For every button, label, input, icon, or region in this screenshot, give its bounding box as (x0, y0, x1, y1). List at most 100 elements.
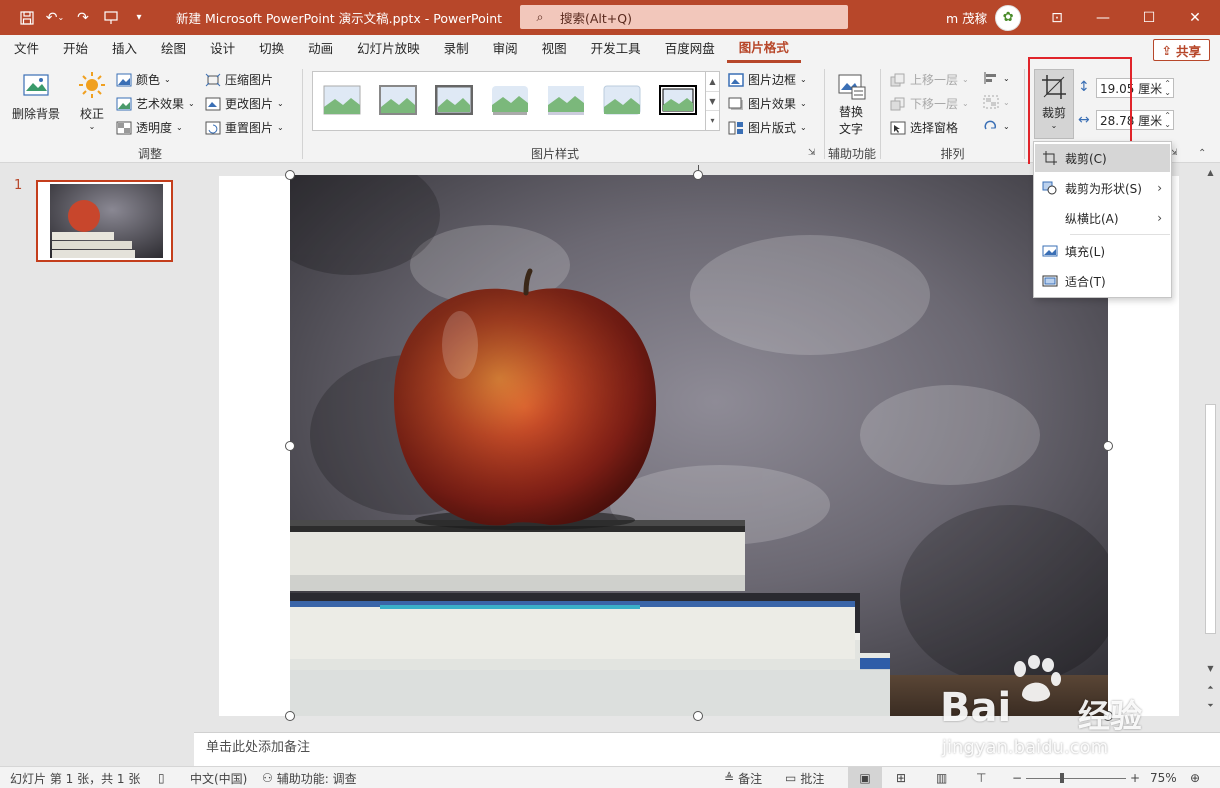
sun-icon (79, 72, 105, 98)
zoom-slider[interactable] (1026, 767, 1126, 788)
send-backward-button[interactable]: 下移一层 ⌄ (890, 95, 969, 112)
menu-item-fit[interactable]: 适合(T) (1035, 267, 1170, 295)
menu-item-crop[interactable]: 裁剪(C) (1035, 144, 1170, 172)
ribbon-display-icon[interactable]: ⊡ (1034, 0, 1080, 35)
collapse-ribbon-icon[interactable]: ⌃ (1198, 148, 1206, 159)
artistic-effects-button[interactable]: 艺术效果 ⌄ (116, 95, 195, 112)
tab-7[interactable]: 幻灯片放映 (345, 35, 432, 63)
style-thumb-4[interactable] (491, 85, 529, 115)
reading-view-icon[interactable]: ▥ (936, 767, 947, 788)
zoom-in-icon[interactable]: + (1130, 767, 1140, 788)
undo-icon[interactable]: ↶ ⌄ (42, 5, 68, 31)
scroll-down-icon[interactable]: ▼ (1201, 660, 1220, 676)
search-box[interactable]: ⌕ 搜索(Alt+Q) (520, 5, 848, 29)
style-thumb-1[interactable] (323, 85, 361, 115)
spinner-icon[interactable]: ⌃ ⌄ (1164, 79, 1171, 97)
align-icon[interactable]: ⌄ (983, 71, 1010, 85)
selection-pane-button[interactable]: 选择窗格 (890, 119, 958, 136)
selected-picture[interactable] (290, 175, 1108, 716)
gallery-up-icon[interactable]: ▲ (706, 72, 719, 92)
tab-13[interactable]: 图片格式 (726, 35, 801, 63)
tab-12[interactable]: 百度网盘 (653, 35, 727, 63)
tab-8[interactable]: 录制 (432, 35, 481, 63)
resize-handle-bottom-left[interactable] (285, 711, 295, 721)
corrections-button[interactable]: 校正 ⌄ (72, 71, 112, 131)
reset-picture-button[interactable]: 重置图片 ⌄ (205, 119, 284, 136)
group-objects-icon[interactable]: ⌄ (983, 95, 1010, 109)
tab-9[interactable]: 审阅 (481, 35, 530, 63)
style-thumb-7[interactable] (659, 85, 697, 115)
resize-handle-top-left[interactable] (285, 170, 295, 180)
style-thumb-6[interactable] (603, 85, 641, 115)
tab-3[interactable]: 绘图 (149, 35, 198, 63)
alt-text-button[interactable]: 替换 文字 (832, 73, 870, 137)
style-thumb-5[interactable] (547, 85, 585, 115)
style-thumb-3[interactable] (435, 85, 473, 115)
scroll-up-icon[interactable]: ▲ (1201, 164, 1220, 180)
share-button[interactable]: ⇪ 共享 (1152, 39, 1210, 61)
menu-item-fill[interactable]: 填充(L) (1035, 237, 1170, 265)
tab-6[interactable]: 动画 (296, 35, 345, 63)
picture-styles-gallery[interactable]: ▲ ▼ ▾ (312, 71, 720, 131)
group-label-picture-styles: 图片样式 (530, 147, 579, 161)
compress-pictures-button[interactable]: 压缩图片 (205, 71, 273, 88)
tab-0[interactable]: 文件 (0, 35, 51, 63)
user-name: m 茂稼 (946, 11, 988, 26)
minimize-icon[interactable]: — (1080, 0, 1126, 35)
close-icon[interactable]: ✕ (1172, 0, 1218, 35)
gallery-scrollbar[interactable]: ▲ ▼ ▾ (705, 72, 719, 130)
resize-handle-right[interactable] (1103, 441, 1113, 451)
scrollbar-thumb[interactable] (1205, 404, 1216, 634)
resize-handle-bottom[interactable] (693, 711, 703, 721)
rotate-icon[interactable]: ⌄ (983, 119, 1010, 133)
selection-pane-icon (890, 120, 906, 136)
slide-thumbnail-1[interactable] (36, 180, 173, 262)
tab-4[interactable]: 设计 (198, 35, 247, 63)
picture-layout-button[interactable]: 图片版式 ⌄ (728, 119, 807, 136)
normal-view-icon[interactable]: ▣ (848, 767, 882, 788)
zoom-level[interactable]: 75% (1150, 767, 1177, 788)
picture-border-button[interactable]: 图片边框 ⌄ (728, 71, 807, 88)
color-button[interactable]: 颜色 ⌄ (116, 71, 171, 88)
next-slide-icon[interactable]: ⏷ (1201, 698, 1220, 714)
tab-11[interactable]: 开发工具 (579, 35, 653, 63)
spinner-icon[interactable]: ⌃ ⌄ (1164, 111, 1171, 129)
save-icon[interactable] (14, 5, 40, 31)
notes-toggle[interactable]: ≜ 备注 (724, 767, 762, 788)
picture-effects-button[interactable]: 图片效果 ⌄ (728, 95, 807, 112)
transparency-button[interactable]: 透明度 ⌄ (116, 119, 183, 136)
style-thumb-2[interactable] (379, 85, 417, 115)
resize-handle-left[interactable] (285, 441, 295, 451)
redo-icon[interactable]: ↷ (70, 5, 96, 31)
menu-item-aspect-ratio[interactable]: 纵横比(A) › (1035, 204, 1170, 232)
comments-toggle[interactable]: ▭ 批注 (785, 767, 824, 788)
avatar[interactable]: ✿ (995, 4, 1022, 31)
tab-5[interactable]: 切换 (247, 35, 296, 63)
remove-background-button[interactable]: 删除背景 (8, 71, 64, 122)
gallery-more-icon[interactable]: ▾ (706, 111, 719, 130)
fit-to-window-icon[interactable]: ⊕ (1190, 767, 1200, 788)
bring-forward-button[interactable]: 上移一层 ⌄ (890, 71, 969, 88)
group-label-accessibility: 辅助功能 (827, 147, 876, 161)
maximize-icon[interactable]: ☐ (1126, 0, 1172, 35)
change-picture-button[interactable]: 更改图片 ⌄ (205, 95, 284, 112)
tab-2[interactable]: 插入 (100, 35, 149, 63)
resize-handle-top[interactable] (693, 170, 703, 180)
zoom-out-icon[interactable]: − (1012, 767, 1022, 788)
customize-toolbar-icon[interactable]: ▾ (126, 5, 152, 31)
accessibility-status[interactable]: ⚇ 辅助功能: 调查 (262, 767, 357, 788)
slideshow-icon[interactable]: ⊤ (976, 767, 986, 788)
previous-slide-icon[interactable]: ⏶ (1201, 680, 1220, 696)
tab-10[interactable]: 视图 (530, 35, 579, 63)
tab-1[interactable]: 开始 (51, 35, 100, 63)
slide-sorter-icon[interactable]: ⊞ (896, 767, 906, 788)
user-account[interactable]: m 茂稼 ✿ (946, 0, 1022, 35)
menu-item-crop-to-shape[interactable]: 裁剪为形状(S) › (1035, 174, 1170, 202)
chevron-down-icon: ⌄ (800, 75, 807, 84)
vertical-scrollbar[interactable]: ▲ ▼ ⏶ ⏷ (1201, 164, 1220, 732)
dialog-launcher-icon[interactable]: ⇲ (808, 148, 816, 158)
spelling-icon[interactable]: ▯ (158, 767, 165, 788)
language-indicator[interactable]: 中文(中国) (190, 767, 247, 788)
present-icon[interactable] (98, 5, 124, 31)
gallery-down-icon[interactable]: ▼ (706, 92, 719, 112)
